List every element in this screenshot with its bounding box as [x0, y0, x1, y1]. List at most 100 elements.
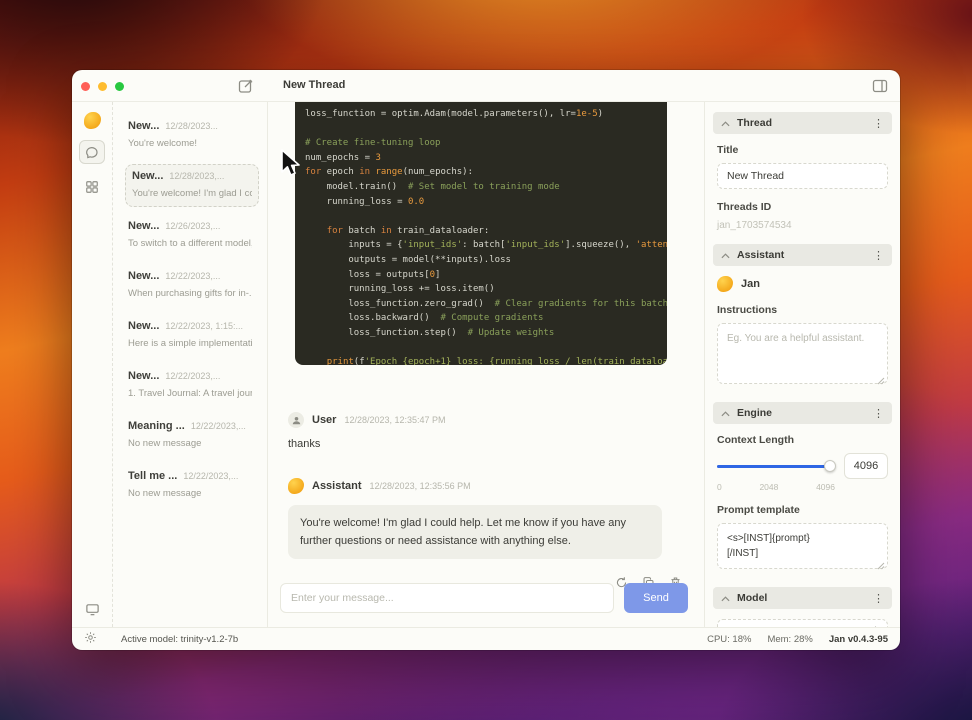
assistant-message-sender: Assistant	[312, 480, 362, 492]
prompt-template-textarea[interactable]: <s>[INST]{prompt} [/INST]	[717, 523, 888, 569]
active-model-status: Active model: trinity-v1.2-7b	[121, 633, 239, 645]
thread-date: 12/22/2023, 1:15:...	[165, 321, 243, 331]
threads-id-value: jan_1703574534	[717, 220, 792, 231]
thread-title-input[interactable]	[717, 163, 888, 189]
thread-title: New...	[128, 120, 160, 132]
composer: Send	[280, 583, 688, 627]
desktop-wallpaper: New Thread New... 12/28/2023... You're w…	[0, 0, 972, 720]
context-length-slider[interactable]	[717, 460, 837, 472]
context-length-value[interactable]: 4096	[844, 453, 888, 479]
thread-list-item[interactable]: Tell me ... 12/22/2023,... No new message	[125, 464, 259, 507]
user-message-sender: User	[312, 414, 337, 426]
thread-list-item[interactable]: New... 12/22/2023,... 1. Travel Journal: A…	[125, 364, 259, 407]
instructions-textarea[interactable]	[717, 323, 888, 384]
user-message-timestamp: 12/28/2023, 12:35:47 PM	[344, 415, 446, 425]
thread-preview: To switch to a different model,...	[128, 238, 252, 249]
title-label: Title	[717, 144, 739, 156]
thread-preview: 1. Travel Journal: A travel journ...	[128, 388, 252, 399]
thread-date: 12/22/2023,...	[183, 471, 239, 481]
engine-menu-icon[interactable]: ⋮	[873, 407, 884, 420]
send-button[interactable]: Send	[624, 583, 688, 613]
model-section-header[interactable]: Model ⋮	[713, 587, 892, 609]
thread-title: Tell me ...	[128, 470, 178, 482]
zoom-window-button[interactable]	[115, 82, 124, 91]
instructions-label: Instructions	[717, 304, 778, 316]
user-message-header: User 12/28/2023, 12:35:47 PM	[288, 412, 688, 428]
slider-ticks: 0 2048 4096	[717, 482, 835, 492]
model-section: Model ⋮ Mistral Instruct 7B Q4	[713, 587, 892, 627]
prompt-template-label: Prompt template	[717, 504, 800, 516]
thread-list: New... 12/28/2023... You're welcome! New...…	[113, 102, 268, 627]
user-message-text: thanks	[288, 438, 321, 450]
thread-preview: You're welcome! I'm glad I cou...	[132, 188, 252, 199]
engine-section: Engine ⋮ Context Length 4096 0 2048 4096…	[713, 402, 892, 574]
context-length-label: Context Length	[717, 434, 794, 446]
threads-id-label: Threads ID	[717, 201, 772, 213]
assistant-menu-icon[interactable]: ⋮	[873, 249, 884, 262]
engine-section-header[interactable]: Engine ⋮	[713, 402, 892, 424]
title-bar: New Thread	[72, 70, 900, 102]
status-bar: Active model: trinity-v1.2-7b CPU: 18% M…	[72, 627, 900, 650]
thread-title: New...	[128, 270, 160, 282]
thread-preview: You're welcome!	[128, 138, 198, 149]
thread-date: 12/28/2023,...	[169, 171, 225, 181]
model-select[interactable]: Mistral Instruct 7B Q4	[717, 619, 888, 627]
assistant-avatar-wave-icon	[288, 478, 304, 494]
chat-area: loss_function = optim.Adam(model.paramet…	[268, 102, 704, 627]
cpu-status: CPU: 18%	[707, 633, 752, 645]
assistant-section: Assistant ⋮ Jan Instructions	[713, 244, 892, 389]
assistant-wave-icon	[717, 276, 733, 292]
settings-panel: Thread ⋮ Title Threads ID jan_1703574534	[704, 102, 900, 627]
thread-title: New...	[132, 170, 164, 182]
app-window: New Thread New... 12/28/2023... You're w…	[72, 70, 900, 650]
thread-date: 12/26/2023,...	[165, 221, 221, 231]
model-menu-icon[interactable]: ⋮	[873, 592, 884, 605]
assistant-section-header[interactable]: Assistant ⋮	[713, 244, 892, 266]
thread-list-item[interactable]: New... 12/22/2023,... When purchasing gift…	[125, 264, 259, 307]
window-title: New Thread	[283, 79, 346, 91]
user-avatar	[288, 412, 304, 428]
app-version: Jan v0.4.3-95	[828, 633, 888, 645]
thread-title: New...	[128, 370, 160, 382]
thread-date: 12/22/2023,...	[165, 271, 221, 281]
thread-preview: No new message	[128, 488, 202, 499]
thread-preview: No new message	[128, 438, 202, 449]
thread-list-item[interactable]: New... 12/28/2023,... You're welcome! I'm …	[125, 164, 259, 207]
close-window-button[interactable]	[81, 82, 90, 91]
slider-thumb[interactable]	[824, 460, 837, 472]
thread-section: Thread ⋮ Title Threads ID jan_1703574534	[713, 112, 892, 231]
code-block[interactable]: loss_function = optim.Adam(model.paramet…	[295, 102, 667, 365]
right-panel-toggle-icon[interactable]	[872, 78, 888, 94]
chat-threads-nav-icon[interactable]	[79, 140, 105, 164]
thread-title: New...	[128, 220, 160, 232]
app-logo-wave-icon	[83, 112, 101, 129]
new-thread-compose-icon[interactable]	[238, 78, 254, 94]
collapse-chevron-icon	[721, 246, 730, 264]
collapse-chevron-icon	[721, 404, 730, 422]
message-input[interactable]	[280, 583, 614, 613]
thread-preview: When purchasing gifts for in-...	[128, 288, 252, 299]
thread-title: New...	[128, 320, 160, 332]
thread-list-item[interactable]: New... 12/28/2023... You're welcome!	[125, 114, 259, 157]
assistant-name: Jan	[741, 278, 760, 290]
thread-list-item[interactable]: Meaning ... 12/22/2023,... No new message	[125, 414, 259, 457]
collapse-chevron-icon	[721, 114, 730, 132]
assistant-message-header: Assistant 12/28/2023, 12:35:56 PM	[288, 478, 688, 494]
icon-rail	[72, 102, 113, 627]
thread-list-item[interactable]: New... 12/22/2023, 1:15:... Here is a simp…	[125, 314, 259, 357]
assistant-message-timestamp: 12/28/2023, 12:35:56 PM	[369, 481, 471, 491]
hub-grid-nav-icon[interactable]	[79, 175, 105, 199]
mem-status: Mem: 28%	[767, 633, 813, 645]
thread-list-item[interactable]: New... 12/26/2023,... To switch to a diffe…	[125, 214, 259, 257]
system-monitor-icon[interactable]	[79, 597, 105, 621]
assistant-message-bubble: You're welcome! I'm glad I could help. L…	[288, 505, 662, 560]
collapse-chevron-icon	[721, 589, 730, 607]
thread-menu-icon[interactable]: ⋮	[873, 117, 884, 130]
thread-date: 12/22/2023,...	[190, 421, 246, 431]
settings-gear-icon[interactable]	[84, 631, 97, 647]
message-list[interactable]: loss_function = optim.Adam(model.paramet…	[280, 102, 688, 588]
minimize-window-button[interactable]	[98, 82, 107, 91]
thread-date: 12/28/2023...	[165, 121, 218, 131]
thread-preview: Here is a simple implementati...	[128, 338, 252, 349]
thread-section-header[interactable]: Thread ⋮	[713, 112, 892, 134]
